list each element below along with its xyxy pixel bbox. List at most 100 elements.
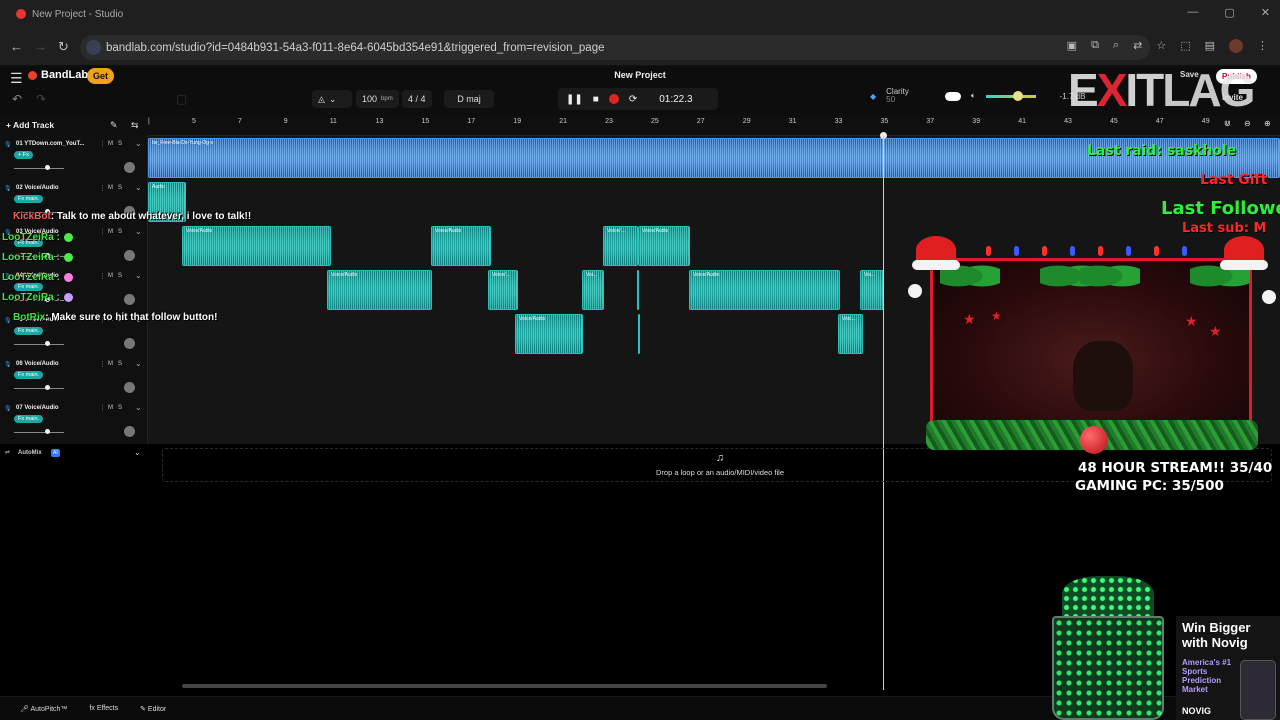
redo-icon[interactable]: ↷ [36, 92, 46, 106]
audio-clip[interactable]: Voice/Audio [689, 270, 840, 310]
track-lane[interactable]: Audio [148, 180, 1280, 224]
audio-clip[interactable]: Voice/Audio [515, 314, 583, 354]
metronome-toggle[interactable]: ◬ ⌄ [312, 90, 352, 108]
track-volume-knob[interactable] [45, 385, 50, 390]
playhead[interactable] [883, 136, 884, 690]
pause-icon[interactable]: ❚❚ [566, 94, 583, 105]
track-fx-badge[interactable]: Fx main. [14, 195, 44, 203]
audio-clip[interactable]: Voice/... [603, 226, 638, 266]
translate-icon[interactable]: ⇄ [1133, 39, 1142, 53]
track-volume-slider[interactable] [14, 388, 64, 389]
key-field[interactable]: D maj [444, 90, 494, 108]
site-info-icon[interactable] [86, 40, 101, 55]
zoom-in-icon[interactable]: ⊕ [1264, 119, 1271, 128]
add-track-button[interactable]: + Add Track [6, 120, 54, 130]
mute-solo-buttons[interactable]: MS [108, 405, 127, 411]
audio-clip[interactable] [638, 314, 640, 354]
project-title[interactable]: New Project [580, 70, 700, 80]
track-name[interactable]: 01 YTDown.com_YouT... [16, 141, 84, 147]
chevron-down-icon[interactable]: ⌄ [135, 139, 142, 148]
track-name[interactable]: 07 Voice/Audio [16, 405, 59, 411]
track-name[interactable]: 06 Voice/Audio [16, 361, 59, 367]
track-menu-icon[interactable]: ⋮ [99, 184, 106, 192]
autopitch-button[interactable]: 🎤︎ AutoPitch™ [20, 705, 67, 713]
cast-icon[interactable]: ⧉ [1091, 39, 1099, 53]
bandlab-logo[interactable]: BandLab [28, 69, 88, 81]
stop-icon[interactable]: ■ [593, 94, 599, 105]
master-volume-slider[interactable] [985, 90, 1036, 101]
track-pan-knob[interactable] [124, 250, 135, 261]
audio-clip[interactable]: Voice/Audio [327, 270, 432, 310]
menu-kebab-icon[interactable]: ⋮ [1257, 39, 1268, 53]
track-menu-icon[interactable]: ⋮ [99, 140, 106, 148]
track-settings-icon[interactable]: ⇆ [131, 120, 139, 131]
track-volume-slider[interactable] [14, 168, 64, 169]
install-app-icon[interactable]: ▣ [1067, 39, 1077, 53]
track-header[interactable]: 🎙︎ 07 Voice/Audio Fx main. MS ⋮ ⌄ [0, 400, 148, 444]
profile-avatar[interactable] [1229, 39, 1243, 53]
track-fx-badge[interactable]: Fx main. [14, 327, 44, 335]
audio-clip[interactable]: Voice/Audio [431, 226, 491, 266]
chevron-down-icon[interactable]: ⌄ [135, 359, 142, 368]
clarity-toggle[interactable] [944, 91, 961, 101]
chevron-down-icon[interactable]: ⌄ [135, 227, 142, 236]
track-header[interactable]: 🎙︎ 01 YTDown.com_YouT... + Fx MS ⋮ ⌄ [0, 136, 148, 180]
mute-solo-buttons[interactable]: MS [108, 141, 127, 147]
timeline-ruler[interactable]: ⋓ ⊖ ⊕ 5 7 9 11 13 15 17 19 21 23 25 27 29 31 33 35 37 39 4… [148, 116, 1280, 136]
volume-knob[interactable] [1012, 90, 1023, 101]
snap-icon[interactable]: ⋓ [1224, 119, 1231, 128]
track-volume-knob[interactable] [45, 165, 50, 170]
time-signature-field[interactable]: 4 / 4 [402, 90, 432, 108]
chevron-down-icon[interactable]: ⌄ [135, 271, 142, 280]
track-pan-knob[interactable] [124, 426, 135, 437]
bpm-field[interactable]: 100 bpm [356, 90, 399, 108]
close-window-icon[interactable]: ✕ [1261, 6, 1270, 19]
browser-tab[interactable]: New Project - Studio [8, 0, 168, 28]
track-fx-badge[interactable]: + Fx [14, 151, 33, 159]
get-membership-button[interactable]: Get [87, 68, 115, 84]
zoom-icon[interactable]: ⌕ [1113, 39, 1119, 53]
track-volume-knob[interactable] [45, 341, 50, 346]
reload-icon[interactable]: ↻ [58, 39, 69, 55]
chevron-down-icon[interactable]: ⌄ [134, 448, 141, 457]
invite-button[interactable]: Invite [1222, 93, 1243, 102]
track-fx-badge[interactable]: Fx main. [14, 415, 44, 423]
track-volume-knob[interactable] [45, 429, 50, 434]
url-input[interactable]: bandlab.com/studio?id=0484b931-54a3-f011… [80, 35, 1150, 60]
save-button[interactable]: Save [1180, 70, 1199, 79]
track-name[interactable]: 02 Voice/Audio [16, 185, 59, 191]
record-icon[interactable] [608, 94, 619, 104]
track-volume-slider[interactable] [14, 344, 64, 345]
audio-clip[interactable]: Voice/... [488, 270, 518, 310]
editor-button[interactable]: ✎ Editor [140, 705, 166, 713]
undo-icon[interactable]: ↶ [12, 92, 22, 106]
minimize-icon[interactable]: — [1187, 6, 1198, 19]
track-menu-icon[interactable]: ⋮ [99, 228, 106, 236]
extensions-icon[interactable]: ⬚ [1180, 39, 1190, 53]
track-volume-slider[interactable] [14, 432, 64, 433]
audio-clip[interactable]: Voi... [860, 270, 884, 310]
bookmark-star-icon[interactable]: ☆ [1156, 39, 1166, 53]
mute-solo-buttons[interactable]: MS [108, 361, 127, 367]
chevron-down-icon[interactable]: ⌄ [135, 403, 142, 412]
horizontal-scrollbar[interactable] [182, 684, 827, 688]
audio-clip[interactable] [637, 270, 639, 310]
mute-solo-buttons[interactable]: MS [108, 229, 127, 235]
audio-clip[interactable]: Voi... [582, 270, 604, 310]
track-pan-knob[interactable] [124, 162, 135, 173]
track-menu-icon[interactable]: ⋮ [99, 404, 106, 412]
forward-icon[interactable]: → [34, 39, 47, 54]
zoom-out-icon[interactable]: ⊖ [1244, 119, 1251, 128]
mute-solo-buttons[interactable]: MS [108, 273, 127, 279]
track-fx-badge[interactable]: Fx main. [14, 371, 44, 379]
track-pan-knob[interactable] [124, 294, 135, 305]
audio-clip[interactable]: Voice/Audio [182, 226, 331, 266]
track-menu-icon[interactable]: ⋮ [99, 360, 106, 368]
track-pan-knob[interactable] [124, 382, 135, 393]
track-pan-knob[interactable] [124, 338, 135, 349]
mute-solo-buttons[interactable]: MS [108, 185, 127, 191]
loop-icon[interactable]: ⟳ [629, 94, 637, 105]
maximize-icon[interactable]: ▢ [1224, 6, 1234, 19]
pencil-icon[interactable]: ✎ [110, 120, 118, 131]
audio-clip[interactable]: Voic... [838, 314, 863, 354]
